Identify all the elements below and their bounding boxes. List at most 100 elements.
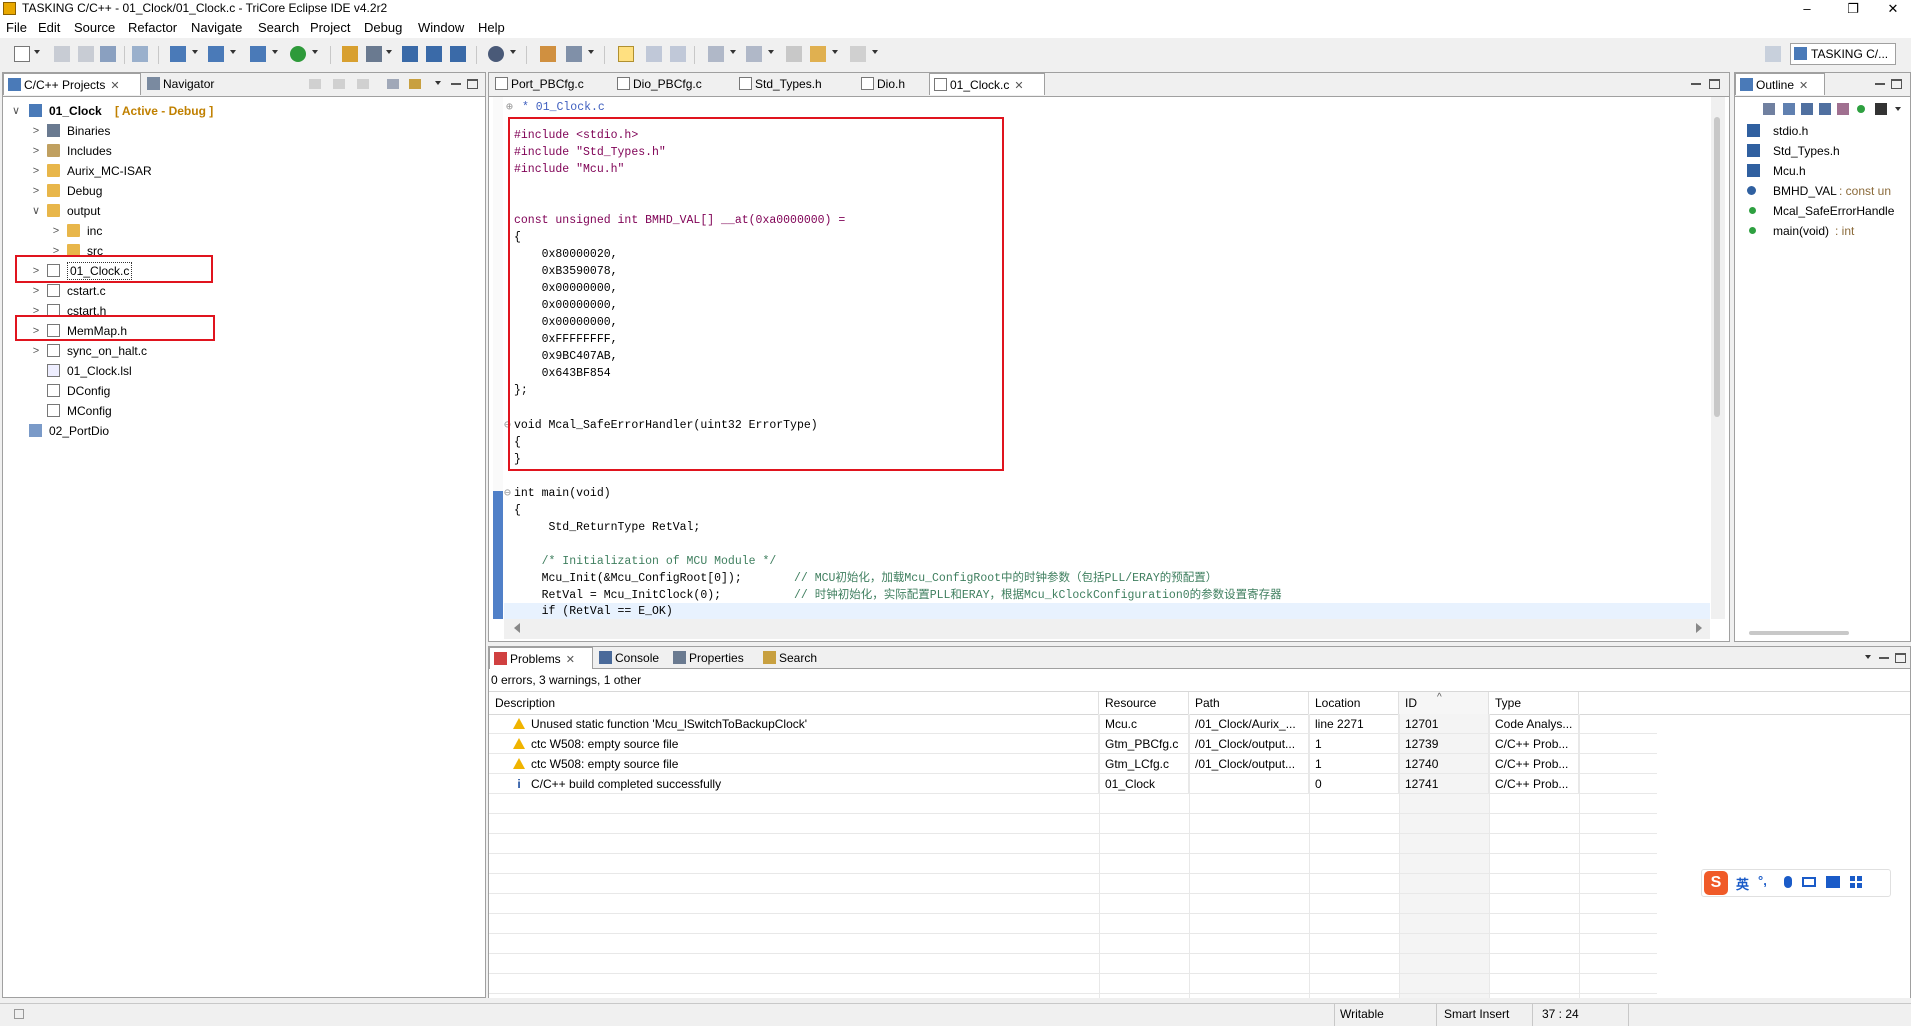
minimize-editor-icon[interactable] <box>1691 83 1701 85</box>
next-annotation-icon[interactable] <box>708 46 724 62</box>
menu-file[interactable]: File <box>6 20 27 35</box>
close-icon[interactable]: ✕ <box>1799 80 1808 92</box>
minimize-view-icon[interactable] <box>451 83 461 85</box>
tree-item-debug[interactable]: > Debug <box>3 181 483 201</box>
open-type-icon[interactable] <box>540 46 556 62</box>
minimize-problems-icon[interactable] <box>1879 657 1889 659</box>
open-perspective-icon[interactable] <box>1765 46 1781 62</box>
outline-item-main[interactable]: main(void) : int <box>1735 221 1910 241</box>
trace-icon[interactable] <box>450 46 466 62</box>
column-resource[interactable]: Resource <box>1099 692 1189 714</box>
maximize-outline-icon[interactable] <box>1891 79 1902 89</box>
new-dropdown-icon[interactable] <box>34 50 40 54</box>
minimize-button[interactable]: – <box>1784 0 1830 18</box>
editor-vertical-scrollbar[interactable] <box>1711 97 1725 619</box>
microphone-icon[interactable] <box>1784 876 1792 888</box>
tree-item-01-clock-lsl[interactable]: 01_Clock.lsl <box>3 361 483 381</box>
tree-item-sync-on-halt-c[interactable]: > sync_on_halt.c <box>3 341 483 361</box>
expanded-chevron-icon[interactable]: ∨ <box>31 201 41 221</box>
sogou-logo-icon[interactable]: S <box>1704 871 1728 895</box>
hide-fields-icon[interactable] <box>1801 103 1813 115</box>
collapsed-chevron-icon[interactable]: > <box>51 241 61 255</box>
prev-annotation-dropdown-icon[interactable] <box>768 50 774 54</box>
save-icon[interactable] <box>54 46 70 62</box>
expanded-chevron-icon[interactable]: ∨ <box>11 101 21 121</box>
tree-item-mconfig[interactable]: MConfig <box>3 401 483 421</box>
new-folder-icon[interactable] <box>208 46 224 62</box>
target-dropdown-icon[interactable] <box>386 50 392 54</box>
register-icon[interactable] <box>426 46 442 62</box>
column-type[interactable]: Type <box>1489 692 1579 714</box>
tab-cpp-projects[interactable]: C/C++ Projects ✕ <box>3 73 141 95</box>
collapsed-chevron-icon[interactable]: > <box>31 121 41 141</box>
hide-static-icon[interactable] <box>1819 103 1831 115</box>
back-dropdown-icon[interactable] <box>832 50 838 54</box>
search-tool-icon[interactable] <box>566 46 582 62</box>
menu-source[interactable]: Source <box>74 20 115 35</box>
tree-item-binaries[interactable]: > Binaries <box>3 121 483 141</box>
menu-project[interactable]: Project <box>310 20 350 35</box>
tree-item-inc[interactable]: > inc <box>3 221 483 241</box>
column-location[interactable]: Location <box>1309 692 1399 714</box>
collapsed-chevron-icon[interactable]: > <box>31 161 41 181</box>
tab-problems[interactable]: Problems ✕ <box>489 647 593 669</box>
table-row[interactable]: ctc W508: empty source file Gtm_LCfg.c /… <box>489 754 1657 774</box>
tab-01-clock-c[interactable]: 01_Clock.c ✕ <box>929 73 1045 95</box>
new-project-dropdown-icon[interactable] <box>192 50 198 54</box>
block-select-icon[interactable] <box>646 46 662 62</box>
fast-view-icon[interactable] <box>14 1009 24 1019</box>
tab-search[interactable]: Search <box>759 647 835 669</box>
prev-annotation-icon[interactable] <box>746 46 762 62</box>
skin-icon[interactable] <box>1826 876 1840 888</box>
new-class-dropdown-icon[interactable] <box>272 50 278 54</box>
table-row[interactable]: ctc W508: empty source file Gtm_PBCfg.c … <box>489 734 1657 754</box>
menu-refactor[interactable]: Refactor <box>128 20 177 35</box>
menu-debug[interactable]: Debug <box>364 20 402 35</box>
table-row[interactable]: Unused static function 'Mcu_lSwitchToBac… <box>489 714 1657 734</box>
collapsed-chevron-icon[interactable]: > <box>31 141 41 161</box>
tab-dio-pbcfg-c[interactable]: Dio_PBCfg.c <box>613 73 731 95</box>
close-icon[interactable]: ✕ <box>1014 80 1023 92</box>
outline-item-stdio-h[interactable]: stdio.h <box>1735 121 1910 141</box>
tree-item-dconfig[interactable]: DConfig <box>3 381 483 401</box>
forward-icon[interactable] <box>850 46 866 62</box>
show-whitespace-icon[interactable] <box>670 46 686 62</box>
memory-icon[interactable] <box>402 46 418 62</box>
close-icon[interactable]: ✕ <box>110 80 119 92</box>
refresh-icon[interactable] <box>290 46 306 62</box>
search-tool-dropdown-icon[interactable] <box>588 50 594 54</box>
maximize-view-icon[interactable] <box>467 79 478 89</box>
menu-help[interactable]: Help <box>478 20 505 35</box>
tree-item-includes[interactable]: > Includes <box>3 141 483 161</box>
outline-menu-icon[interactable] <box>1895 107 1901 111</box>
build-icon[interactable] <box>132 46 148 62</box>
ime-toolbar[interactable]: S 英 °, <box>1701 869 1891 897</box>
hammer-icon[interactable] <box>342 46 358 62</box>
collapsed-chevron-icon[interactable]: > <box>31 281 41 301</box>
mark-occurrences-icon[interactable] <box>618 46 634 62</box>
new-icon[interactable] <box>14 46 30 62</box>
tab-properties[interactable]: Properties <box>669 647 757 669</box>
scroll-left-icon[interactable] <box>514 623 520 633</box>
tab-console[interactable]: Console <box>595 647 667 669</box>
link-editor-icon[interactable] <box>409 79 421 89</box>
view-menu-icon[interactable] <box>1865 655 1871 659</box>
ime-language[interactable]: 英 <box>1736 874 1749 893</box>
menu-edit[interactable]: Edit <box>38 20 60 35</box>
collapse-all-icon[interactable] <box>1763 103 1775 115</box>
code-editor[interactable]: ⊕ * 01_Clock.c #include <stdio.h> #inclu… <box>504 97 1710 619</box>
column-path[interactable]: Path <box>1189 692 1309 714</box>
tree-item-src[interactable]: > src <box>3 241 483 255</box>
tree-item-01-clock[interactable]: ∨ 01_Clock [ Active - Debug ] <box>3 101 483 121</box>
editor-horizontal-scrollbar[interactable] <box>504 619 1710 639</box>
view-menu-icon[interactable] <box>435 81 441 85</box>
column-description[interactable]: Description <box>489 692 1099 714</box>
collapsed-chevron-icon[interactable]: > <box>31 181 41 201</box>
refresh-dropdown-icon[interactable] <box>312 50 318 54</box>
fold-collapse-icon[interactable]: ⊖ <box>504 485 511 502</box>
sort-icon[interactable] <box>1783 103 1795 115</box>
close-button[interactable]: ✕ <box>1870 0 1911 18</box>
maximize-editor-icon[interactable] <box>1709 79 1720 89</box>
tree-item-02-portdio[interactable]: 02_PortDio <box>3 421 483 441</box>
save-all-icon[interactable] <box>78 46 94 62</box>
